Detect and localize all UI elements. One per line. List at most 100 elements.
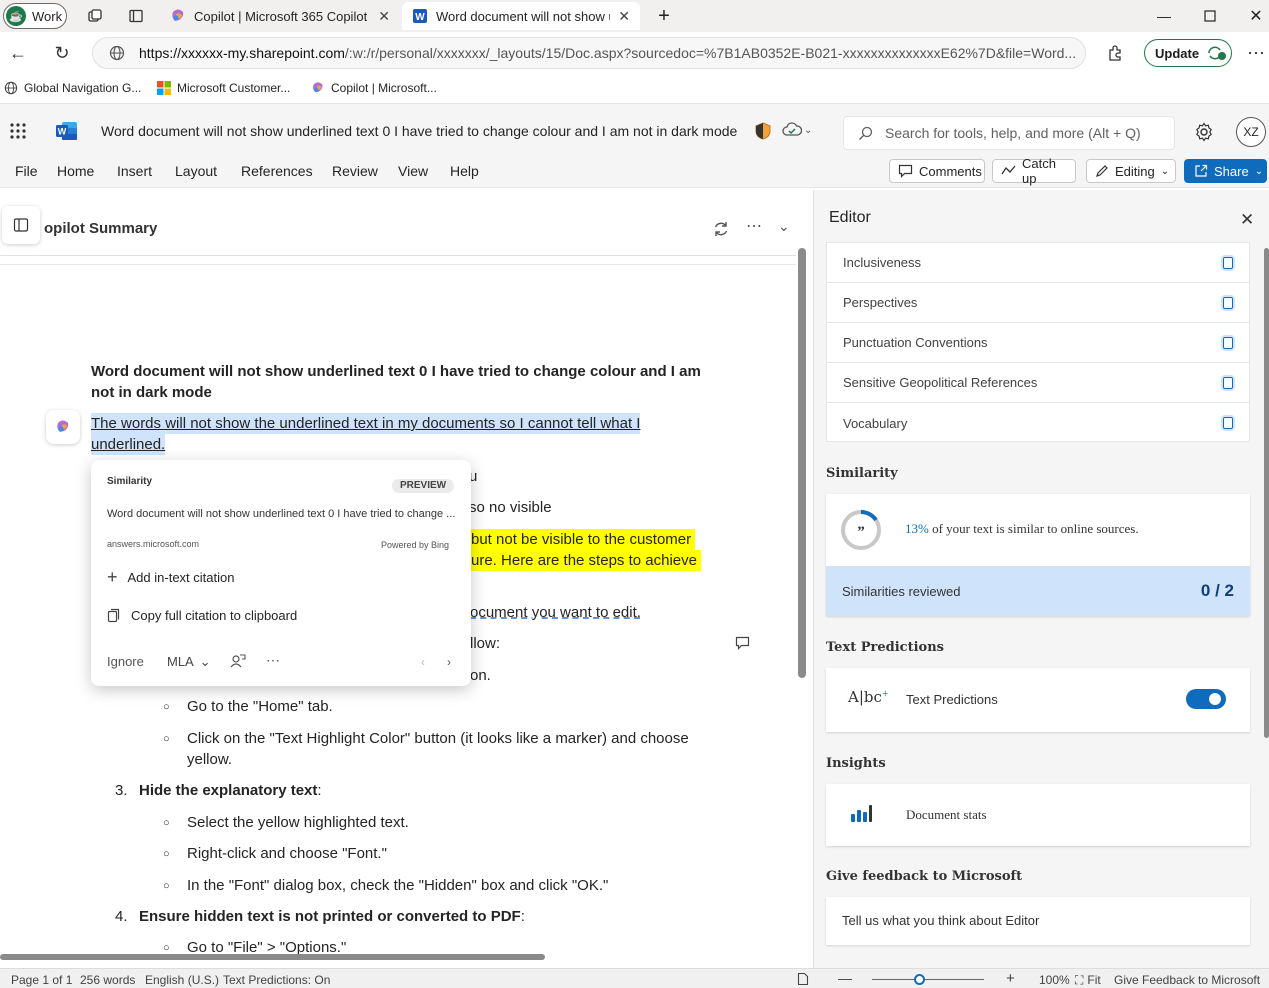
share-button[interactable]: Share ⌄ <box>1184 159 1267 183</box>
checkbox-icon[interactable] <box>1223 336 1233 349</box>
sensitivity-shield-icon[interactable] <box>755 122 771 140</box>
minimize-icon[interactable]: — <box>1152 4 1176 28</box>
next-icon[interactable]: › <box>447 655 451 669</box>
bookmark-microsoft-customer[interactable]: Microsoft Customer... <box>157 81 290 95</box>
vertical-scrollbar[interactable] <box>798 248 806 678</box>
app-launcher-icon[interactable] <box>9 122 27 140</box>
word-header: W Word document will not show underlined… <box>0 104 1269 158</box>
more-options-icon[interactable]: ⋯ <box>1244 41 1268 65</box>
underlined-text-line-1[interactable]: The words will not show the underlined t… <box>91 413 641 434</box>
profile-icon: ☕ <box>6 6 26 26</box>
word-count[interactable]: 256 words <box>80 973 135 987</box>
menu-file[interactable]: File <box>15 163 38 179</box>
menu-layout[interactable]: Layout <box>175 163 217 179</box>
insights-card[interactable]: Document stats <box>826 784 1250 846</box>
back-icon[interactable]: ← <box>6 41 30 65</box>
menu-insert[interactable]: Insert <box>117 163 152 179</box>
address-bar[interactable]: https://xxxxxx-my.sharepoint.com/:w:/r/p… <box>92 37 1086 69</box>
maximize-icon[interactable] <box>1198 4 1222 28</box>
source-title[interactable]: Word document will not show underlined t… <box>107 506 457 522</box>
menu-review[interactable]: Review <box>332 163 378 179</box>
document-title[interactable]: Word document will not show underlined t… <box>101 123 737 139</box>
citation-style-dropdown[interactable]: MLA ⌄ <box>167 654 211 670</box>
similarity-description: of your text is similar to online source… <box>932 521 1139 536</box>
language[interactable]: English (U.S.) <box>145 973 219 987</box>
give-feedback-link[interactable]: Give Feedback to Microsoft <box>1114 973 1260 987</box>
catch-up-button[interactable]: Catch up <box>992 156 1076 186</box>
copilot-summary-title[interactable]: opilot Summary <box>44 220 157 237</box>
settings-gear-icon[interactable] <box>1194 122 1214 142</box>
editor-scrollbar[interactable] <box>1264 248 1269 738</box>
page-view-icon[interactable] <box>797 972 809 986</box>
bullet-icon: ○ <box>163 733 170 745</box>
profile-button[interactable]: ☕ Work <box>3 3 67 29</box>
zoom-in-icon[interactable]: + <box>1006 970 1015 987</box>
comments-button[interactable]: Comments <box>889 159 985 183</box>
ignore-button[interactable]: Ignore <box>107 654 144 669</box>
refinement-item[interactable]: Sensitive Geopolitical References <box>827 363 1249 403</box>
zoom-out-icon[interactable]: — <box>838 970 852 986</box>
workspaces-icon[interactable] <box>83 4 107 28</box>
previous-icon[interactable]: ‹ <box>421 655 425 669</box>
zoom-slider[interactable] <box>872 974 984 985</box>
zoom-level[interactable]: 100% <box>1039 973 1070 987</box>
close-tab-icon[interactable]: ✕ <box>378 8 390 25</box>
bar-chart-icon <box>850 804 872 822</box>
summary-more-icon[interactable]: ⋯ <box>746 216 762 236</box>
update-button[interactable]: Update <box>1144 39 1232 67</box>
checkbox-icon[interactable] <box>1223 417 1233 429</box>
refinement-item[interactable]: Vocabulary <box>827 403 1249 443</box>
step-4-number: 4. <box>115 908 128 925</box>
similarities-reviewed-row[interactable]: Similarities reviewed 0 / 2 <box>826 566 1250 616</box>
fit-button[interactable]: ⛶ Fit <box>1075 973 1101 988</box>
text-predictions-icon: A|bc+ <box>848 688 889 706</box>
new-tab-icon[interactable]: + <box>652 4 676 28</box>
menu-help[interactable]: Help <box>450 163 479 179</box>
save-status-icon[interactable]: ⌄ <box>782 122 812 138</box>
checkbox-icon[interactable] <box>1223 256 1233 269</box>
collapse-chevron-icon[interactable]: ⌄ <box>778 218 790 235</box>
horizontal-scrollbar[interactable] <box>0 954 545 960</box>
bookmark-global-navigation[interactable]: Global Navigation G... <box>4 81 141 95</box>
ribbon-menu: File Home Insert Layout References Revie… <box>0 156 1269 188</box>
refresh-summary-icon[interactable] <box>712 220 730 238</box>
checkbox-icon[interactable] <box>1223 376 1233 389</box>
text-predictions-status[interactable]: Text Predictions: On <box>223 973 330 987</box>
tab-copilot[interactable]: Copilot | Microsoft 365 Copilot ✕ <box>160 2 400 30</box>
tab-actions-icon[interactable] <box>124 4 148 28</box>
document-stats-label: Document stats <box>906 807 987 822</box>
close-editor-icon[interactable]: ✕ <box>1240 210 1254 230</box>
menu-references[interactable]: References <box>241 163 313 179</box>
search-input[interactable]: Search for tools, help, and more (Alt + … <box>843 116 1175 150</box>
refinement-item[interactable]: Inclusiveness <box>827 243 1249 283</box>
feedback-icon[interactable] <box>230 653 246 669</box>
refresh-icon[interactable]: ↻ <box>50 41 74 65</box>
extensions-icon[interactable] <box>1103 41 1127 65</box>
menu-home[interactable]: Home <box>57 163 94 179</box>
copy-citation-button[interactable]: Copy full citation to clipboard <box>107 608 297 623</box>
site-info-icon[interactable] <box>109 45 125 61</box>
text-predictions-card: A|bc+ Text Predictions <box>826 668 1250 732</box>
navigation-pane-icon[interactable] <box>2 206 40 244</box>
close-window-icon[interactable]: ✕ <box>1244 4 1268 28</box>
tab-label: Word document will not show un <box>436 8 611 24</box>
editing-mode-button[interactable]: Editing ⌄ <box>1086 159 1176 183</box>
refinement-item[interactable]: Perspectives <box>827 283 1249 323</box>
avatar[interactable]: XZ <box>1236 117 1266 147</box>
popup-more-icon[interactable]: ⋯ <box>266 652 280 669</box>
feedback-card[interactable]: Tell us what you think about Editor <box>826 897 1250 945</box>
copilot-inline-icon[interactable] <box>46 410 80 444</box>
word-logo-icon[interactable]: W <box>56 121 78 141</box>
refinement-item[interactable]: Punctuation Conventions <box>827 323 1249 363</box>
close-tab-icon[interactable]: ✕ <box>618 8 630 25</box>
underlined-text-line-2[interactable]: underlined. <box>91 434 166 455</box>
zoom-slider-thumb[interactable] <box>914 974 925 985</box>
menu-view[interactable]: View <box>398 163 428 179</box>
add-citation-button[interactable]: + Add in-text citation <box>107 567 234 588</box>
tab-word-document[interactable]: W Word document will not show un ✕ <box>402 2 640 30</box>
checkbox-icon[interactable] <box>1223 296 1233 309</box>
bookmark-copilot[interactable]: Copilot | Microsoft... <box>311 81 437 95</box>
comment-marker-icon[interactable] <box>735 636 750 650</box>
text-predictions-toggle[interactable] <box>1186 689 1226 709</box>
fit-label: Fit <box>1087 973 1101 987</box>
